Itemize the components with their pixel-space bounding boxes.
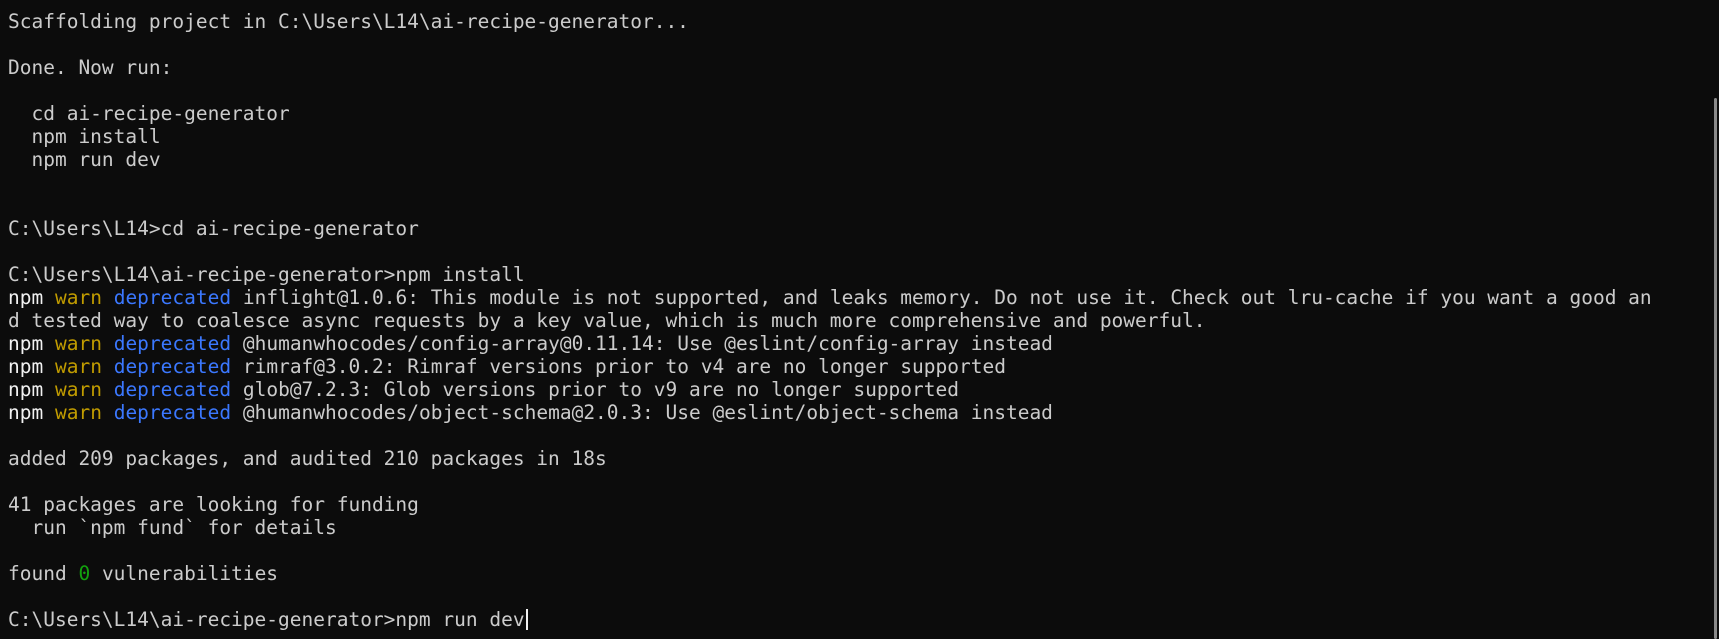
warning-continuation-line: d tested way to coalesce async requests … [8, 309, 1206, 332]
deprecated-label: deprecated [113, 378, 232, 401]
scrollbar-track[interactable] [1707, 0, 1719, 639]
vulnerabilities-line: found 0 vulnerabilities [8, 562, 1695, 585]
prompt-dev-text: C:\Users\L14\ai-recipe-generator>npm run… [8, 608, 525, 631]
warning-message: @humanwhocodes/config-array@0.11.14: Use… [242, 332, 1053, 355]
scrollbar-thumb[interactable] [1714, 98, 1717, 639]
warn-label: warn [54, 332, 102, 355]
prompt-install-line: C:\Users\L14\ai-recipe-generator>npm ins… [8, 263, 525, 286]
warn-label: warn [54, 401, 102, 424]
added-packages-line: added 209 packages, and audited 210 pack… [8, 447, 607, 470]
found-suffix: vulnerabilities [90, 562, 279, 585]
warning-line: npm warn deprecated @humanwhocodes/objec… [8, 401, 1695, 424]
terminal-window[interactable]: Scaffolding project in C:\Users\L14\ai-r… [0, 0, 1719, 639]
instruction-line: npm run dev [8, 148, 161, 171]
warning-line: npm warn deprecated @humanwhocodes/confi… [8, 332, 1695, 355]
warn-label: warn [54, 355, 102, 378]
deprecated-label: deprecated [113, 286, 232, 309]
instruction-line: cd ai-recipe-generator [8, 102, 290, 125]
npm-label: npm [8, 401, 44, 424]
warning-line: npm warn deprecated glob@7.2.3: Glob ver… [8, 378, 1695, 401]
npm-label: npm [8, 332, 44, 355]
warning-line: npm warn deprecated inflight@1.0.6: This… [8, 286, 1695, 309]
fund-hint-line: run `npm fund` for details [8, 516, 337, 539]
npm-label: npm [8, 355, 44, 378]
prompt-dev-line[interactable]: C:\Users\L14\ai-recipe-generator>npm run… [8, 608, 1695, 631]
deprecated-label: deprecated [113, 332, 232, 355]
found-prefix: found [8, 562, 79, 585]
npm-label: npm [8, 286, 44, 309]
warning-message: rimraf@3.0.2: Rimraf versions prior to v… [242, 355, 1006, 378]
deprecated-label: deprecated [113, 355, 232, 378]
funding-line: 41 packages are looking for funding [8, 493, 419, 516]
prompt-cd-line: C:\Users\L14>cd ai-recipe-generator [8, 217, 419, 240]
warning-message: @humanwhocodes/object-schema@2.0.3: Use … [242, 401, 1053, 424]
done-line: Done. Now run: [8, 56, 173, 79]
npm-label: npm [8, 378, 44, 401]
warning-line: npm warn deprecated rimraf@3.0.2: Rimraf… [8, 355, 1695, 378]
warn-label: warn [54, 286, 102, 309]
terminal-output: Scaffolding project in C:\Users\L14\ai-r… [8, 10, 1695, 631]
warning-message: inflight@1.0.6: This module is not suppo… [242, 286, 1652, 309]
text-cursor [525, 609, 528, 630]
scaffold-line: Scaffolding project in C:\Users\L14\ai-r… [8, 10, 689, 33]
warning-message: glob@7.2.3: Glob versions prior to v9 ar… [242, 378, 959, 401]
vulnerability-count: 0 [78, 562, 91, 585]
instruction-line: npm install [8, 125, 161, 148]
warn-label: warn [54, 378, 102, 401]
deprecated-label: deprecated [113, 401, 232, 424]
